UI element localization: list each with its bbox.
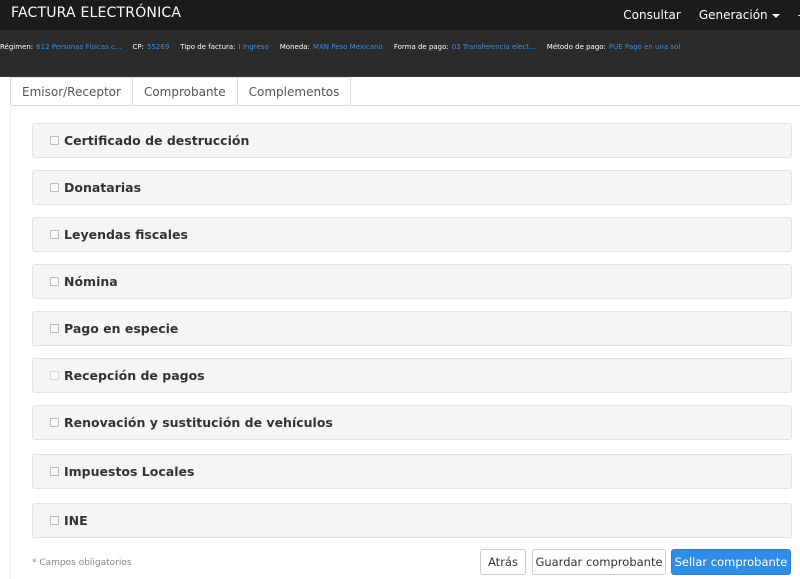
complement-panel-donatarias[interactable]: Donatarias xyxy=(32,170,792,205)
regimen-label: Régimen: xyxy=(0,43,34,51)
forma-pago-label: Forma de pago: xyxy=(393,43,449,51)
checkbox-icon[interactable] xyxy=(50,277,59,286)
complement-panel-certificado-destruccion[interactable]: Certificado de destrucción xyxy=(32,123,792,158)
complements-list: Certificado de destrucción Donatarias Le… xyxy=(32,123,792,552)
complement-label: Leyendas fiscales xyxy=(64,227,188,242)
checkbox-icon[interactable] xyxy=(50,516,59,525)
complement-panel-leyendas-fiscales[interactable]: Leyendas fiscales xyxy=(32,217,792,252)
tab-emisor-receptor[interactable]: Emisor/Receptor xyxy=(10,77,133,106)
complement-panel-impuestos-locales[interactable]: Impuestos Locales xyxy=(32,454,792,489)
content-left-border xyxy=(10,105,11,579)
complement-panel-nomina[interactable]: Nómina xyxy=(32,264,792,299)
checkbox-icon[interactable] xyxy=(50,183,59,192)
cp-value: 55269 xyxy=(147,43,170,51)
invoice-info-row: Régimen: 612 Personas Físicas c... CP: 5… xyxy=(0,40,691,54)
tab-comprobante[interactable]: Comprobante xyxy=(132,77,238,106)
moneda-label: Moneda: xyxy=(279,43,310,51)
invoice-info-bar: Régimen: 612 Personas Físicas c... CP: 5… xyxy=(0,30,800,77)
complement-label: Certificado de destrucción xyxy=(64,133,250,148)
tipo-factura-value: I Ingreso xyxy=(238,43,269,51)
caret-down-icon xyxy=(771,13,780,18)
complement-label: Donatarias xyxy=(64,180,142,195)
app-title[interactable]: FACTURA ELECTRÓNICA xyxy=(11,5,181,21)
complement-label: Recepción de pagos xyxy=(64,368,205,383)
complement-label: Renovación y sustitución de vehículos xyxy=(64,415,333,430)
stamp-invoice-button[interactable]: Sellar comprobante xyxy=(671,549,791,575)
metodo-pago-label: Método de pago: xyxy=(546,43,606,51)
forma-pago-value: 03 Transferencia elect... xyxy=(451,43,536,51)
checkbox-icon[interactable] xyxy=(50,467,59,476)
nav-menu: Consultar Generación - xyxy=(623,0,800,30)
complement-label: Impuestos Locales xyxy=(64,464,195,479)
checkbox-icon xyxy=(50,371,59,380)
required-fields-note: * Campos obligatorios xyxy=(32,558,132,568)
nav-generacion-label: Generación xyxy=(698,8,768,22)
checkbox-icon[interactable] xyxy=(50,324,59,333)
checkbox-icon[interactable] xyxy=(50,230,59,239)
tab-complementos[interactable]: Complementos xyxy=(237,77,352,106)
complement-panel-pago-especie[interactable]: Pago en especie xyxy=(32,311,792,346)
complement-panel-recepcion-pagos[interactable]: Recepción de pagos xyxy=(32,358,792,393)
complement-panel-ine[interactable]: INE xyxy=(32,503,792,538)
metodo-pago-value: PUE Pago en una sol xyxy=(608,43,681,51)
tipo-factura-label: Tipo de factura: xyxy=(180,43,236,51)
tab-divider xyxy=(10,105,800,106)
regimen-value: 612 Personas Físicas c... xyxy=(36,43,122,51)
checkbox-icon[interactable] xyxy=(50,136,59,145)
checkbox-icon[interactable] xyxy=(50,418,59,427)
back-button[interactable]: Atrás xyxy=(480,549,526,575)
moneda-value: MXN Peso Mexicano xyxy=(312,43,383,51)
top-navbar: FACTURA ELECTRÓNICA Consultar Generación… xyxy=(0,0,800,30)
nav-consultar-link[interactable]: Consultar xyxy=(623,8,681,22)
complement-label: Pago en especie xyxy=(64,321,179,336)
nav-generacion-dropdown[interactable]: Generación xyxy=(699,8,780,22)
complement-panel-renovacion-vehiculos[interactable]: Renovación y sustitución de vehículos xyxy=(32,405,792,440)
complement-label: INE xyxy=(64,513,88,528)
tab-bar: Emisor/Receptor Comprobante Complementos xyxy=(10,77,352,106)
complement-label: Nómina xyxy=(64,274,118,289)
cp-label: CP: xyxy=(132,43,145,51)
save-invoice-button[interactable]: Guardar comprobante xyxy=(532,549,666,575)
